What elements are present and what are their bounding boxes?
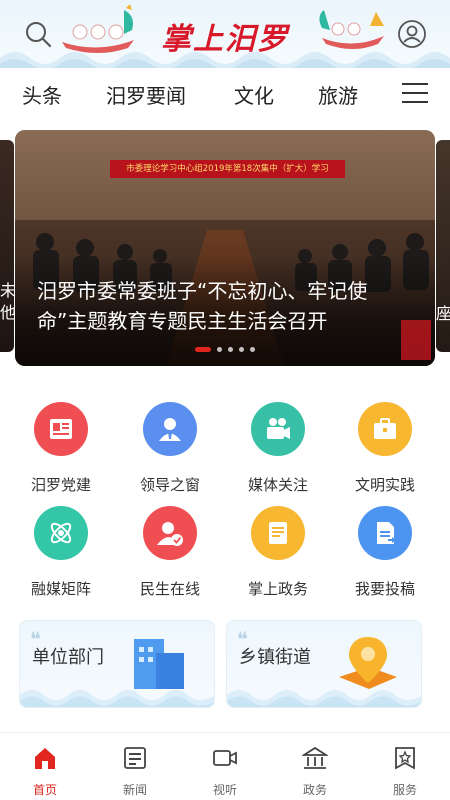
carousel-next-slide[interactable]: 座	[436, 140, 450, 352]
carousel-prev-slide[interactable]: 未 他	[0, 140, 14, 352]
search-button[interactable]	[22, 18, 54, 50]
grid-item-civilization[interactable]: 文明实践	[331, 398, 439, 494]
bottom-tab-government[interactable]: 政务	[270, 733, 360, 800]
carousel-dot[interactable]	[217, 347, 222, 352]
carousel-dot[interactable]	[239, 347, 244, 352]
document-icon	[251, 506, 305, 560]
dragon-boat-icon	[62, 4, 134, 53]
grid-item-media[interactable]: 媒体关注	[224, 398, 332, 494]
atom-icon	[34, 506, 88, 560]
user-check-icon	[143, 506, 197, 560]
grid-item-label: 媒体关注	[247, 476, 308, 494]
grid-item-e-government[interactable]: 掌上政务	[224, 502, 332, 598]
bottom-tab-label: 视听	[212, 783, 237, 797]
bottom-tab-bar: 首页 新闻 视听 政务 服务	[0, 732, 450, 800]
briefcase-icon	[358, 402, 412, 456]
bottom-tab-label: 政务	[302, 783, 327, 797]
home-icon	[35, 748, 55, 769]
grid-item-label: 民生在线	[139, 580, 200, 598]
camera-icon	[251, 402, 305, 456]
carousel-dot[interactable]	[250, 347, 255, 352]
user-icon	[398, 20, 426, 48]
towns-streets-card[interactable]: ❝ 乡镇街道	[226, 620, 422, 708]
card-title: 乡镇街道	[239, 647, 311, 668]
next-slide-text: 座	[436, 304, 450, 323]
card-title: 单位部门	[32, 647, 104, 668]
tab-headlines[interactable]: 头条	[22, 80, 62, 109]
user-profile-button[interactable]	[396, 18, 428, 50]
grid-item-label: 领导之窗	[139, 476, 200, 494]
bottom-tab-home[interactable]: 首页	[0, 733, 90, 800]
bottom-tab-label: 新闻	[122, 783, 147, 797]
menu-icon[interactable]	[402, 83, 428, 105]
leader-icon	[143, 402, 197, 456]
bottom-tab-label: 首页	[32, 783, 57, 797]
app-logo-title: 掌上汨罗	[161, 22, 289, 57]
card-wave-decoration	[227, 690, 421, 707]
bottom-tab-label: 服务	[392, 783, 417, 797]
grid-item-label: 汨罗党建	[30, 476, 91, 494]
grid-item-label: 融媒矩阵	[30, 580, 91, 598]
tab-tourism[interactable]: 旅游	[318, 80, 358, 109]
grid-item-submit[interactable]: 我要投稿	[331, 502, 439, 598]
news-icon	[124, 747, 146, 769]
grid-item-leaders[interactable]: 领导之窗	[116, 398, 224, 494]
carousel-indicators	[15, 347, 435, 352]
grid-item-livelihood[interactable]: 民生在线	[116, 502, 224, 598]
grid-item-label: 掌上政务	[247, 580, 308, 598]
party-book-icon	[34, 402, 88, 456]
grid-item-label: 文明实践	[354, 476, 415, 494]
bottom-tab-news[interactable]: 新闻	[90, 733, 180, 800]
service-icon	[395, 747, 415, 770]
carousel-dot-active[interactable]	[195, 347, 211, 352]
card-wave-decoration	[20, 690, 214, 707]
bottom-tab-service[interactable]: 服务	[360, 733, 450, 800]
feature-grid: 汨罗党建 领导之窗 媒体关注 文明实践 融媒矩阵 民生在线 掌上政务 我要投稿	[0, 398, 450, 598]
tab-miluo-news[interactable]: 汨罗要闻	[106, 80, 186, 109]
app-header: 掌上汨罗	[0, 0, 450, 68]
category-nav: 头条 汨罗要闻 文化 旅游	[0, 68, 450, 120]
tab-culture[interactable]: 文化	[234, 80, 274, 109]
submit-icon	[358, 506, 412, 560]
search-icon	[26, 22, 52, 48]
bottom-tab-video[interactable]: 视听	[180, 733, 270, 800]
government-icon	[300, 746, 330, 769]
prev-slide-text: 未 他	[0, 281, 14, 322]
grid-item-label: 我要投稿	[354, 580, 415, 598]
slide-photo-banner: 市委理论学习中心组2019年第18次集中（扩大）学习	[110, 160, 345, 178]
dragon-boat-icon	[319, 10, 384, 49]
grid-item-media-matrix[interactable]: 融媒矩阵	[7, 502, 115, 598]
slide-caption: 汨罗市委常委班子“不忘初心、牢记使命”主题教育专题民主生活会召开	[37, 279, 368, 333]
video-icon	[213, 750, 237, 766]
news-carousel[interactable]: 未 他 市委理论学习中心组2019年第18次集中（扩大）学习 汨罗市委常委班子“…	[0, 130, 450, 370]
carousel-slide[interactable]: 市委理论学习中心组2019年第18次集中（扩大）学习 汨罗市委常委班子“不忘初心…	[15, 130, 435, 366]
grid-item-party-building[interactable]: 汨罗党建	[7, 398, 115, 494]
carousel-dot[interactable]	[228, 347, 233, 352]
departments-card[interactable]: ❝ 单位部门	[19, 620, 215, 708]
